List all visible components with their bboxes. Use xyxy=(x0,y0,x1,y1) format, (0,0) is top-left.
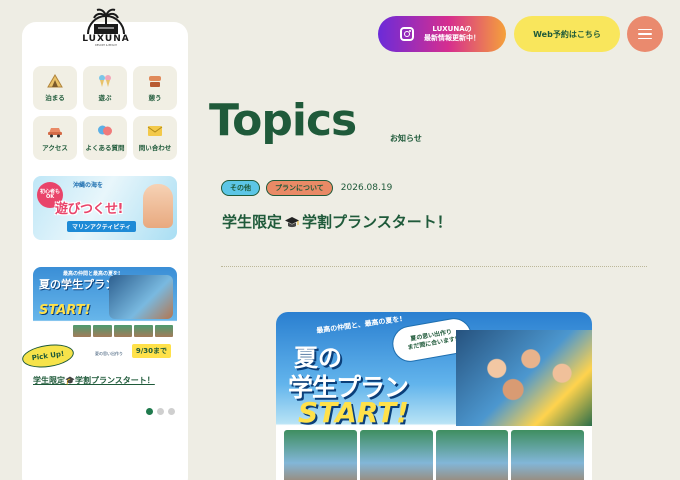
nav-access-label: アクセス xyxy=(42,144,68,152)
banner2-thumbnails xyxy=(73,325,174,337)
hero-group-photo xyxy=(456,330,592,426)
instagram-icon xyxy=(400,27,414,41)
graduation-cap-icon xyxy=(285,216,300,227)
logo[interactable]: LUXUNA RESORT & BEACH xyxy=(82,4,130,50)
instagram-label-line1: LUXUNAの xyxy=(432,24,472,33)
marine-activity-banner[interactable]: 初心者もOK 沖縄の海を 遊びつくせ! マリンアクティビティ xyxy=(33,176,177,240)
cafe-icon xyxy=(147,74,163,88)
nav-relax[interactable]: 憩う xyxy=(133,66,177,110)
page-title: Topics xyxy=(209,95,357,146)
tag-plan[interactable]: プランについて xyxy=(266,180,333,196)
nav-play-label: 遊ぶ xyxy=(98,94,112,102)
banner1-photo xyxy=(143,184,173,228)
speech-bubble-icon xyxy=(97,124,113,138)
logo-text: LUXUNA xyxy=(82,34,130,44)
nav-faq-label: よくある質問 xyxy=(85,144,125,152)
banner2-photo xyxy=(109,275,173,319)
page-subtitle: お知らせ xyxy=(390,134,422,143)
nav-contact-label: 問い合わせ xyxy=(138,144,172,152)
instagram-button-label: LUXUNAの 最新情報更新中！ xyxy=(424,25,480,44)
pickup-caption-link[interactable]: 学生限定🎓学割プランスタート！ xyxy=(33,375,155,386)
car-icon xyxy=(47,124,63,138)
nav-access[interactable]: アクセス xyxy=(33,116,77,160)
tent-icon xyxy=(47,74,63,88)
web-reserve-button[interactable]: Web予約はこちら xyxy=(514,16,620,52)
post-title-part1: 学生限定 xyxy=(222,213,283,231)
carousel-dot-1[interactable] xyxy=(146,408,153,415)
instagram-button[interactable]: LUXUNAの 最新情報更新中！ xyxy=(378,16,506,52)
banner2-note: 夏の思い出作り xyxy=(95,350,123,356)
post-meta: その他 プランについて 2026.08.19 xyxy=(221,180,392,196)
palm-tree-icon xyxy=(87,8,125,35)
nav-stay-label: 泊まる xyxy=(45,94,65,102)
hero-top-text: 最高の仲間と、最高の夏を! xyxy=(315,314,404,336)
nav-faq[interactable]: よくある質問 xyxy=(83,116,127,160)
nav-contact[interactable]: 問い合わせ xyxy=(133,116,177,160)
carousel-dot-3[interactable] xyxy=(168,408,175,415)
banner2-start: START! xyxy=(39,303,91,318)
post-hero-image: 最高の仲間と、最高の夏を! 夏の思い出作り まだ間に合います! 夏の 学生プラン… xyxy=(276,312,592,480)
post-title-part2: 学割プランスタート！ xyxy=(302,213,452,231)
hamburger-icon-line xyxy=(638,33,652,35)
carousel-dots xyxy=(146,408,175,415)
hero-start-text: START! xyxy=(298,396,409,429)
divider xyxy=(221,266,647,267)
banner1-top-text: 沖縄の海を xyxy=(73,182,104,189)
instagram-label-line2: 最新情報更新中！ xyxy=(424,34,480,42)
ice-cream-icon xyxy=(97,74,113,88)
hero-activity-thumbnails xyxy=(284,430,584,480)
banner1-tag: マリンアクティビティ xyxy=(67,221,136,232)
banner2-date: 9/30まで xyxy=(131,344,171,358)
post-date: 2026.08.19 xyxy=(340,183,393,193)
sidebar-nav-grid: 泊まる 遊ぶ 憩う アクセス よくある質問 問い合わせ xyxy=(33,66,178,160)
banner2-headline: 夏の学生プラン xyxy=(39,278,116,291)
banner1-title: 遊びつくせ! xyxy=(55,202,123,217)
carousel-dot-2[interactable] xyxy=(157,408,164,415)
hamburger-icon-line xyxy=(638,28,652,31)
nav-stay[interactable]: 泊まる xyxy=(33,66,77,110)
nav-play[interactable]: 遊ぶ xyxy=(83,66,127,110)
logo-subtext: RESORT & BEACH xyxy=(94,44,118,47)
tag-other[interactable]: その他 xyxy=(221,180,260,196)
nav-relax-label: 憩う xyxy=(148,94,162,102)
hamburger-menu-button[interactable] xyxy=(627,16,663,52)
post-title: 学生限定 学割プランスタート！ xyxy=(222,211,452,232)
hamburger-icon-line xyxy=(638,37,652,40)
mail-icon xyxy=(147,124,163,138)
